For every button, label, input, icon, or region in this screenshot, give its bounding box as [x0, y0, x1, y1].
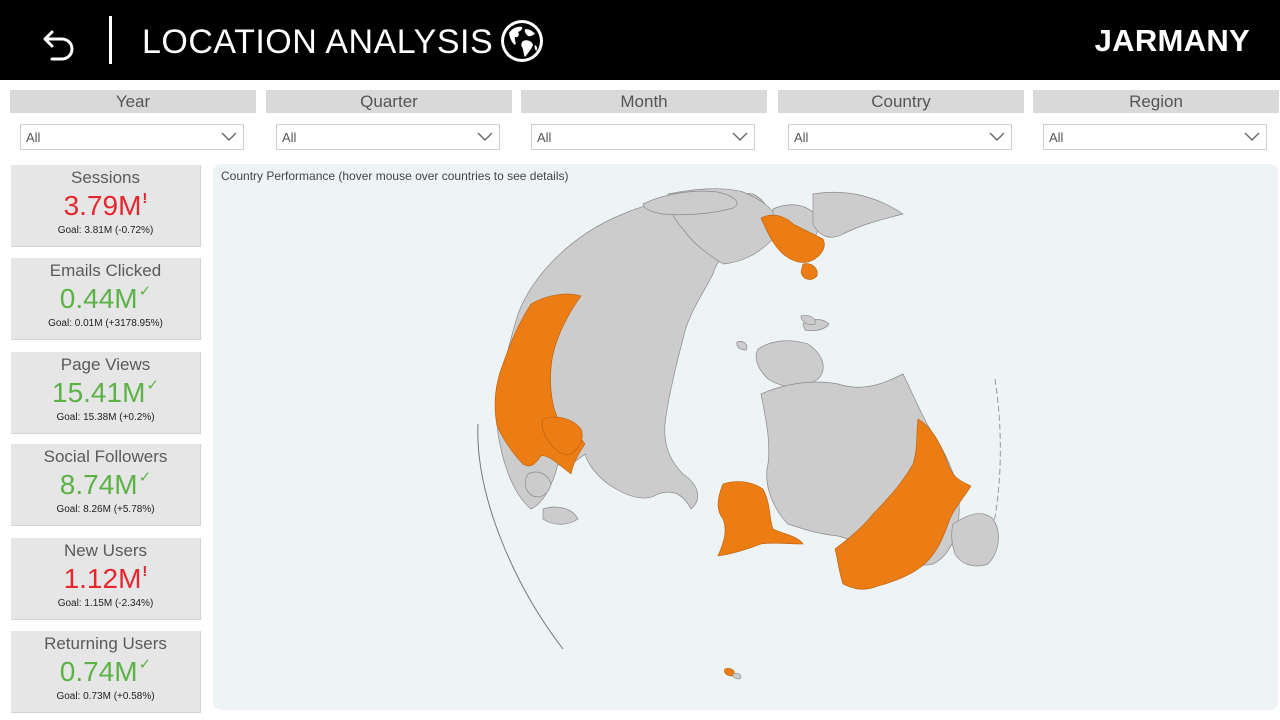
globe-icon — [501, 20, 543, 62]
kpi-card-emails-clicked[interactable]: Emails Clicked 0.44M ✓ Goal: 0.01M (+317… — [11, 258, 201, 340]
kpi-label: Social Followers — [43, 447, 168, 466]
slicer-quarter-value: All — [282, 130, 297, 145]
land-islands[interactable] — [542, 506, 579, 525]
kpi-label: New Users — [63, 541, 148, 560]
slicer-month: Month All — [521, 90, 767, 152]
slicer-country-label: Country — [778, 90, 1024, 113]
slicer-region: Region All — [1033, 90, 1279, 152]
kpi-card-page-views[interactable]: Page Views 15.41M ✓ Goal: 15.38M (+0.2%) — [11, 352, 201, 434]
kpi-goal: Goal: 0.01M (+3178.95%) — [48, 318, 163, 329]
chevron-down-icon — [989, 132, 1005, 141]
kpi-value: 15.41M — [52, 377, 146, 408]
slicer-country-value: All — [794, 130, 809, 145]
land-small-island[interactable] — [800, 315, 816, 325]
chevron-down-icon — [732, 132, 748, 141]
kpi-goal: Goal: 1.15M (-2.34%) — [57, 598, 154, 609]
kpi-value: 0.44M — [59, 283, 138, 314]
kpi-label: Emails Clicked — [49, 261, 162, 280]
kpi-value-row: 0.74M ✓ — [11, 655, 200, 689]
slicer-region-value: All — [1049, 130, 1064, 145]
slicer-country: Country All — [778, 90, 1024, 152]
checkmark-icon: ✓ — [138, 469, 152, 486]
header-bar: LOCATION ANALYSIS JARMANY — [0, 0, 1280, 80]
land-na-east[interactable] — [951, 513, 999, 567]
kpi-value-row: 8.74M ✓ — [11, 468, 200, 502]
kpi-card-new-users[interactable]: New Users 1.12M ! Goal: 1.15M (-2.34%) — [11, 538, 201, 620]
kpi-card-social-followers[interactable]: Social Followers 8.74M ✓ Goal: 8.26M (+5… — [11, 444, 201, 526]
checkmark-icon: ✓ — [146, 377, 159, 394]
kpi-goal: Goal: 15.38M (+0.2%) — [56, 412, 155, 423]
slicer-region-dropdown[interactable]: All — [1043, 124, 1267, 150]
kpi-value-row: 3.79M ! — [11, 189, 200, 223]
country-performance-map: Country Performance (hover mouse over co… — [213, 164, 1278, 710]
globe-map[interactable] — [213, 164, 1278, 710]
checkmark-icon: ✓ — [138, 656, 152, 673]
header-divider — [109, 16, 112, 64]
warning-icon: ! — [142, 563, 148, 580]
kpi-value-row: 1.12M ! — [11, 562, 200, 596]
brand-logo: JARMANY — [1094, 23, 1250, 58]
checkmark-icon: ✓ — [138, 283, 152, 300]
kpi-value: 0.74M — [59, 656, 138, 687]
kpi-value-row: 15.41M ✓ — [11, 376, 200, 410]
kpi-goal: Goal: 3.81M (-0.72%) — [57, 225, 154, 236]
slicer-quarter-dropdown[interactable]: All — [276, 124, 500, 150]
kpi-card-sessions[interactable]: Sessions 3.79M ! Goal: 3.81M (-0.72%) — [11, 165, 201, 247]
chevron-down-icon — [477, 132, 493, 141]
chevron-down-icon — [221, 132, 237, 141]
kpi-goal: Goal: 0.73M (+0.58%) — [56, 691, 155, 702]
kpi-value: 8.74M — [59, 469, 138, 500]
slicer-year-dropdown[interactable]: All — [20, 124, 244, 150]
chevron-down-icon — [1244, 132, 1260, 141]
country-highlight-uk[interactable] — [800, 263, 818, 280]
kpi-card-returning-users[interactable]: Returning Users 0.74M ✓ Goal: 0.73M (+0.… — [11, 631, 201, 713]
land-small-island[interactable] — [736, 341, 748, 351]
slicer-month-label: Month — [521, 90, 767, 113]
slicer-quarter: Quarter All — [266, 90, 512, 152]
kpi-value: 1.12M — [63, 563, 142, 594]
slicer-year-label: Year — [10, 90, 256, 113]
warning-icon: ! — [142, 190, 148, 207]
kpi-label: Page Views — [60, 355, 151, 374]
kpi-value-row: 0.44M ✓ — [11, 282, 200, 316]
back-arrow-icon[interactable] — [38, 20, 82, 64]
slicer-year-value: All — [26, 130, 41, 145]
slicer-country-dropdown[interactable]: All — [788, 124, 1012, 150]
slicer-month-dropdown[interactable]: All — [531, 124, 755, 150]
slicer-month-value: All — [537, 130, 552, 145]
kpi-label: Returning Users — [44, 634, 167, 653]
kpi-goal: Goal: 8.26M (+5.78%) — [56, 504, 155, 515]
slicer-region-label: Region — [1033, 90, 1279, 113]
page-title: LOCATION ANALYSIS — [142, 23, 494, 61]
land-greenland[interactable] — [755, 340, 824, 387]
kpi-label: Sessions — [71, 168, 140, 187]
slicer-year: Year All — [10, 90, 256, 152]
slicer-quarter-label: Quarter — [266, 90, 512, 113]
land-east-europe[interactable] — [812, 191, 904, 238]
land-small-island[interactable] — [732, 673, 742, 680]
kpi-value: 3.79M — [63, 190, 142, 221]
